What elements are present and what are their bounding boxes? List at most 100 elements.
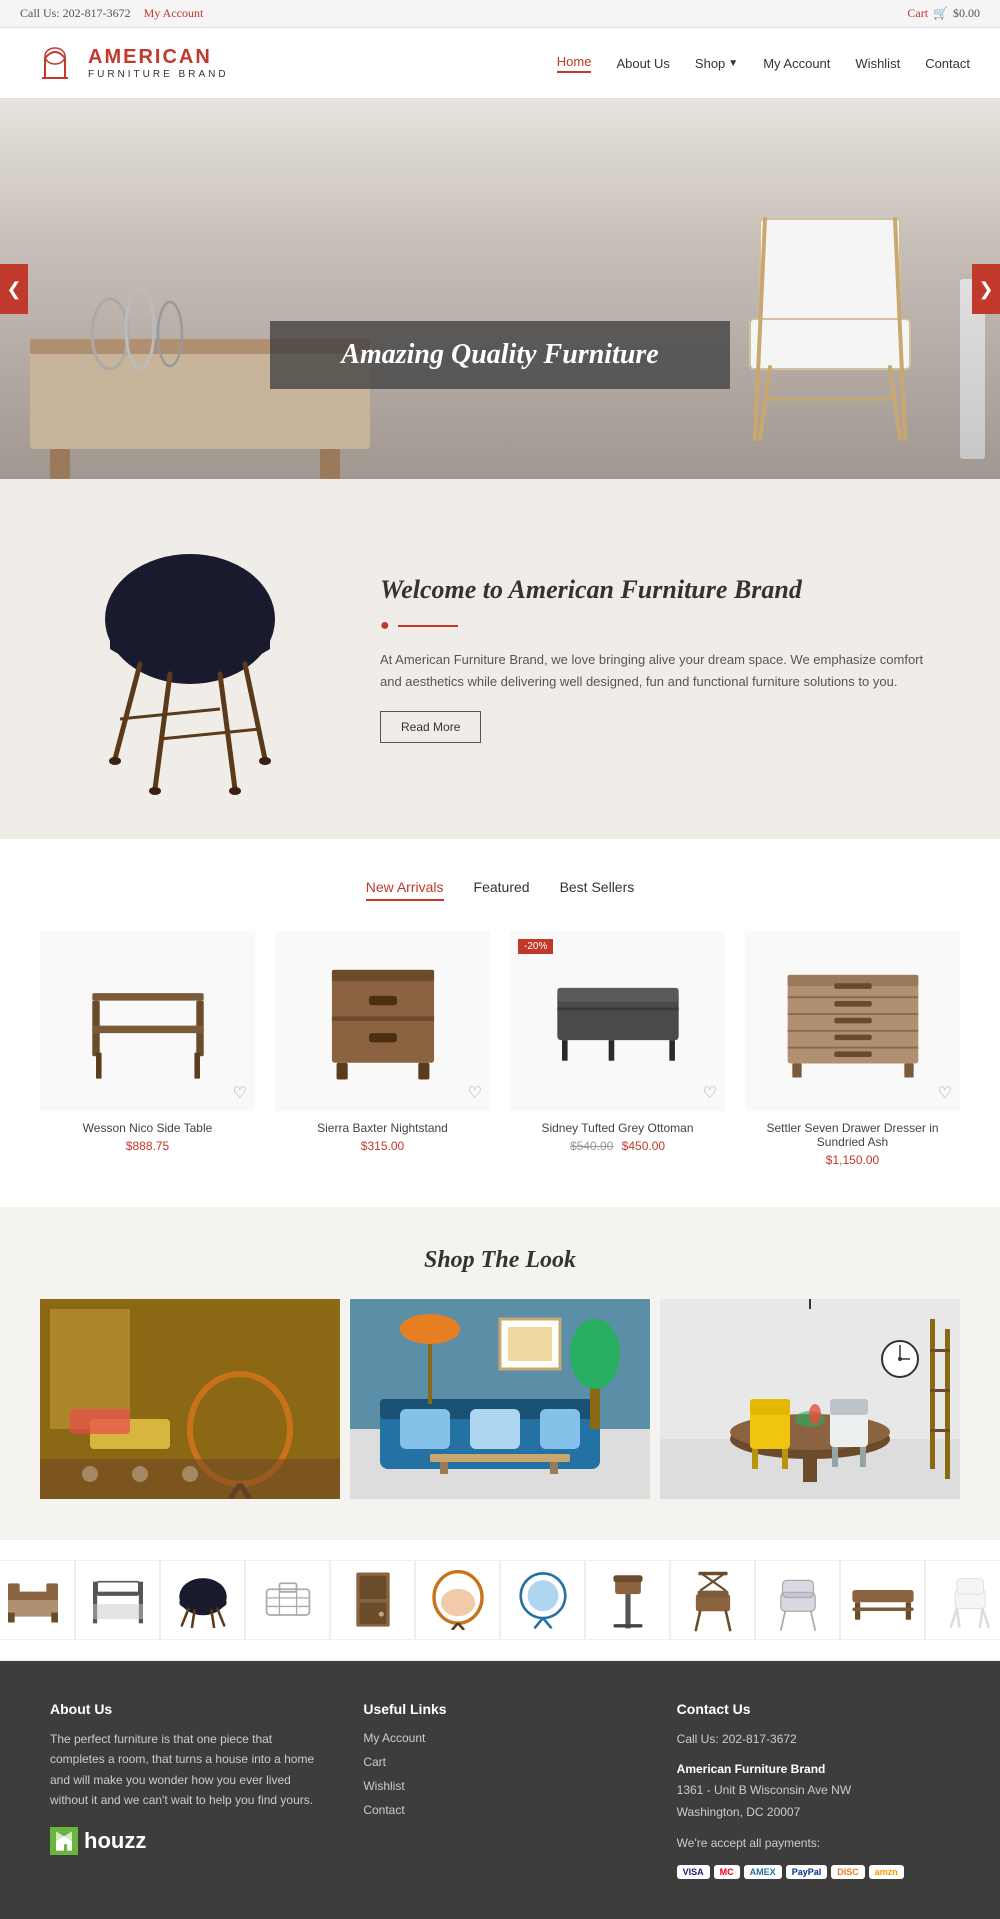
brand-thumbnail[interactable] — [415, 1560, 500, 1640]
wishlist-button[interactable]: ♡ — [468, 1083, 482, 1103]
nav-account[interactable]: My Account — [763, 56, 830, 71]
brand-thumbnail-strip — [0, 1539, 1000, 1661]
tab-featured[interactable]: Featured — [474, 879, 530, 901]
look-item[interactable] — [40, 1299, 340, 1499]
footer-link[interactable]: Contact — [363, 1803, 404, 1817]
footer-link[interactable]: Wishlist — [363, 1779, 404, 1793]
thumbnail-modern-chair-icon — [938, 1568, 998, 1633]
ottoman-image — [548, 974, 688, 1069]
logo-chair-icon — [30, 38, 80, 88]
houzz-icon — [50, 1827, 78, 1855]
shop-look-section: Shop The Look — [0, 1207, 1000, 1539]
list-item: Wishlist — [363, 1777, 636, 1795]
brand-thumbnail[interactable] — [75, 1560, 160, 1640]
logo[interactable]: AMERICAN FURNITURE BRAND — [30, 38, 229, 88]
payment-methods: VISA MC AMEX PayPal DISC amzn — [677, 1865, 950, 1879]
product-price: $540.00 $450.00 — [510, 1139, 725, 1153]
top-bar-left: Call Us: 202-817-3672 My Account — [20, 6, 203, 21]
site-header: AMERICAN FURNITURE BRAND Home About Us S… — [0, 28, 1000, 99]
my-account-top-link[interactable]: My Account — [144, 6, 204, 20]
product-card: ♡ Sierra Baxter Nightstand $315.00 — [275, 931, 490, 1167]
hero-prev-button[interactable]: ❮ — [0, 264, 28, 314]
footer-address: 1361 - Unit B Wisconsin Ave NW — [677, 1780, 950, 1802]
product-grid: ♡ Wesson Nico Side Table $888.75 — [40, 931, 960, 1167]
product-image-wrap: ♡ — [40, 931, 255, 1111]
top-bar-right: Cart 🛒 $0.00 — [907, 6, 980, 21]
look-item[interactable] — [350, 1299, 650, 1499]
footer-contact: Contact Us Call Us: 202-817-3672 America… — [677, 1701, 950, 1879]
product-price: $315.00 — [275, 1139, 490, 1153]
product-image-wrap: ♡ — [275, 931, 490, 1111]
nav-shop[interactable]: Shop ▼ — [695, 56, 738, 71]
tab-best-sellers[interactable]: Best Sellers — [560, 879, 635, 901]
footer-contact-heading: Contact Us — [677, 1701, 950, 1717]
wishlist-button[interactable]: ♡ — [938, 1083, 952, 1103]
product-name: Sidney Tufted Grey Ottoman — [510, 1121, 725, 1135]
brand-thumbnail[interactable] — [330, 1560, 415, 1640]
thumbnail-bench-icon — [848, 1573, 918, 1628]
price-value: $1,150.00 — [826, 1153, 879, 1167]
side-table-image — [83, 956, 213, 1086]
product-name: Sierra Baxter Nightstand — [275, 1121, 490, 1135]
footer-links-heading: Useful Links — [363, 1701, 636, 1717]
thumbnail-bed-icon — [3, 1575, 63, 1625]
welcome-text: Welcome to American Furniture Brand ● At… — [380, 575, 940, 743]
brand-thumbnail[interactable] — [500, 1560, 585, 1640]
nav-wishlist[interactable]: Wishlist — [855, 56, 900, 71]
amex-badge: AMEX — [744, 1865, 782, 1879]
brand-thumbnail[interactable] — [840, 1560, 925, 1640]
nav-about[interactable]: About Us — [616, 56, 669, 71]
footer-link[interactable]: My Account — [363, 1731, 425, 1745]
list-item: My Account — [363, 1729, 636, 1747]
hero-next-button[interactable]: ❯ — [972, 264, 1000, 314]
wishlist-button[interactable]: ♡ — [233, 1083, 247, 1103]
divider-line — [398, 625, 458, 627]
price-value: $888.75 — [126, 1139, 169, 1153]
thumbnail-basket-icon — [258, 1575, 318, 1625]
read-more-button[interactable]: Read More — [380, 711, 481, 743]
look-grid — [40, 1299, 960, 1499]
brand-thumbnail[interactable] — [585, 1560, 670, 1640]
brand-thumbnail[interactable] — [0, 1560, 75, 1640]
hero-chair-svg — [740, 199, 940, 459]
welcome-heading: Welcome to American Furniture Brand — [380, 575, 940, 605]
products-section: New Arrivals Featured Best Sellers ♡ Wes… — [0, 839, 1000, 1207]
thumbnail-black-chair-icon — [173, 1573, 233, 1628]
wishlist-button[interactable]: ♡ — [703, 1083, 717, 1103]
product-card: ♡ Wesson Nico Side Table $888.75 — [40, 931, 255, 1167]
footer-phone: Call Us: 202-817-3672 — [677, 1729, 950, 1751]
logo-brand-name: AMERICAN FURNITURE BRAND — [88, 45, 229, 81]
welcome-chair-image — [60, 519, 320, 799]
product-card: -20% ♡ Sidney Tufted Grey Ottoman $5 — [510, 931, 725, 1167]
call-info: Call Us: 202-817-3672 — [20, 6, 131, 20]
nav-home[interactable]: Home — [557, 54, 592, 73]
hero-chair — [740, 199, 940, 459]
look-item[interactable] — [660, 1299, 960, 1499]
dresser-image — [783, 959, 923, 1084]
look-image-1 — [40, 1299, 340, 1499]
thumbnail-blue-chair-icon — [513, 1570, 573, 1630]
mastercard-badge: MC — [714, 1865, 740, 1879]
brand-thumbnail[interactable] — [755, 1560, 840, 1640]
thumbnail-ghost-chair-icon — [768, 1568, 828, 1633]
welcome-section: Welcome to American Furniture Brand ● At… — [0, 479, 1000, 839]
product-name: Wesson Nico Side Table — [40, 1121, 255, 1135]
brand-thumbnail[interactable] — [925, 1560, 1000, 1640]
shop-look-heading: Shop The Look — [40, 1247, 960, 1274]
product-badge: -20% — [518, 939, 553, 954]
brand-thumbnail[interactable] — [670, 1560, 755, 1640]
houzz-logo[interactable]: houzz — [50, 1827, 323, 1855]
welcome-divider: ● — [380, 617, 940, 635]
tab-new-arrivals[interactable]: New Arrivals — [366, 879, 444, 901]
product-price: $888.75 — [40, 1139, 255, 1153]
brand-thumbnail[interactable] — [245, 1560, 330, 1640]
main-nav: Home About Us Shop ▼ My Account Wishlist… — [557, 54, 970, 73]
nav-contact[interactable]: Contact — [925, 56, 970, 71]
brand-thumbnail[interactable] — [160, 1560, 245, 1640]
footer-payments-label: We're accept all payments: — [677, 1833, 950, 1855]
product-image-wrap: ♡ — [745, 931, 960, 1111]
footer-about-heading: About Us — [50, 1701, 323, 1717]
footer-brand-name: American Furniture Brand — [677, 1759, 950, 1781]
cart-top-link[interactable]: Cart — [907, 6, 928, 21]
footer-link[interactable]: Cart — [363, 1755, 386, 1769]
